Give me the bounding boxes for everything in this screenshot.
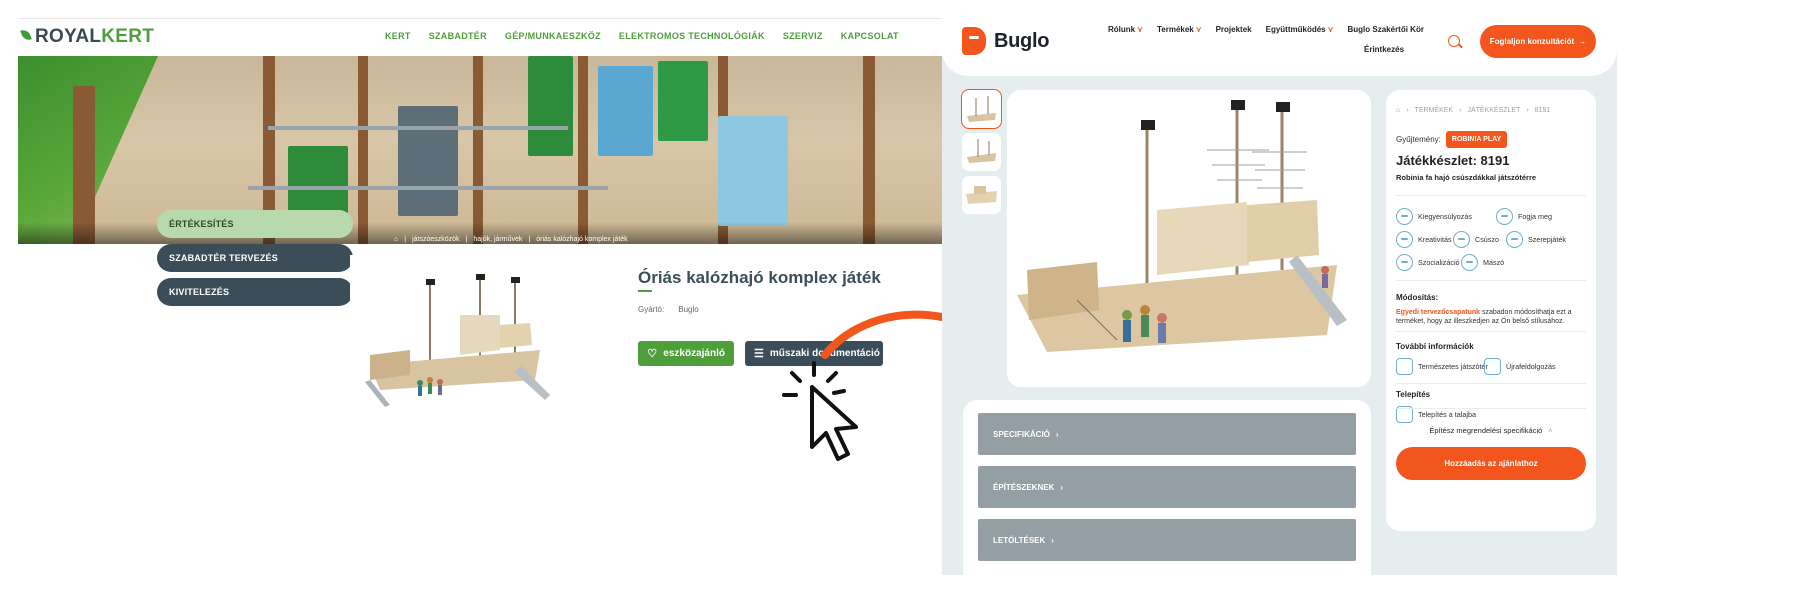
install-icon	[1396, 406, 1413, 423]
accordion-letoltesek[interactable]: LETÖLTÉSEK ›	[978, 519, 1356, 561]
product-subtitle: Robinia fa hajó csúszdákkal játszótérre	[1396, 173, 1537, 182]
royalkert-sidebar: ÉRTÉKESÍTÉS SZABADTÉR TERVEZÉS KIVITELEZ…	[157, 210, 353, 312]
breadcrumb-item[interactable]: hajók, járművek	[473, 236, 522, 243]
hand-icon	[1496, 208, 1513, 225]
creativity-icon	[1396, 231, 1413, 248]
nav-item-gep[interactable]: GÉP/MUNKAESZKÖZ	[505, 31, 601, 41]
document-list-icon: ☰	[754, 348, 764, 360]
title-underline	[638, 290, 652, 292]
chevron-right-icon: ›	[1060, 482, 1064, 492]
nav-item-szabadter[interactable]: SZABADTÉR	[429, 31, 487, 41]
chevron-down-icon: ⋎	[1195, 25, 1202, 34]
breadcrumb: ⌂ | játszóeszközök | hajók, járművek | ó…	[394, 236, 628, 243]
manufacturer: Gyártó: Buglo	[638, 305, 699, 314]
chevron-right-icon: ›	[1051, 535, 1054, 545]
buglo-logo-text: Buglo	[994, 29, 1050, 52]
feature-balance: Kiegyensúlyozás	[1396, 208, 1472, 225]
thumbnail[interactable]	[962, 176, 1001, 214]
leaf-icon	[20, 28, 34, 46]
compare-button[interactable]: ♡ eszközajánló	[638, 341, 734, 366]
roleplay-icon	[1506, 231, 1523, 248]
chevron-down-icon: ⋎	[1327, 25, 1334, 34]
book-consultation-button[interactable]: Foglaljon konzultációt →	[1480, 25, 1596, 58]
breadcrumb-current: 8191	[1534, 107, 1551, 114]
thumbnail[interactable]	[961, 89, 1002, 129]
climb-icon	[1461, 254, 1478, 271]
collection-row: Gyűjtemény: ROBINIA PLAY	[1396, 131, 1508, 148]
feature-grip: Fogja meg	[1496, 208, 1552, 225]
buglo-nav: Rólunk ⋎ Termékek ⋎ Projektek Együttműködé…	[1108, 25, 1438, 54]
nav-item-kapcsolat[interactable]: KAPCSOLAT	[841, 31, 899, 41]
info-recycling: Újrafeldolgozás	[1484, 358, 1556, 375]
nav-item-projektek[interactable]: Projektek	[1216, 25, 1252, 34]
chevron-down-icon: ⋎	[1137, 25, 1143, 34]
buglo-logo-mark-icon	[962, 27, 986, 55]
nav-item-rolunk[interactable]: Rólunk ⋎	[1108, 25, 1143, 34]
nav-item-szakertoi-kor[interactable]: Buglo Szakértői Kör	[1348, 25, 1424, 34]
nav-item-elektromos[interactable]: ELEKTROMOS TECHNOLÓGIÁK	[619, 31, 765, 41]
natural-playground-icon	[1396, 358, 1413, 375]
sidebar-item-ertekesites[interactable]: ÉRTÉKESÍTÉS	[157, 210, 353, 238]
breadcrumb-item[interactable]: TERMÉKEK	[1415, 107, 1454, 114]
custom-design-link[interactable]: Egyedi tervezőcsapatunk	[1396, 309, 1480, 316]
thumbnail[interactable]	[962, 133, 1001, 171]
buglo-logo[interactable]: Buglo	[962, 27, 1049, 55]
nav-item-termekek[interactable]: Termékek ⋎	[1157, 25, 1202, 34]
collection-label: Gyűjtemény:	[1396, 135, 1441, 144]
slide-icon	[1453, 231, 1470, 248]
more-info-heading: További információk	[1396, 342, 1474, 351]
breadcrumb-item[interactable]: JÁTÉKKÉSZLET	[1467, 107, 1520, 114]
recycling-icon	[1484, 358, 1501, 375]
feature-social: Szocializáció	[1396, 254, 1460, 271]
install-ground: Telepítés a talajba	[1396, 406, 1476, 423]
heart-icon: ♡	[647, 348, 658, 360]
modification-text: Egyedi tervezőcsapatunk szabadon módosít…	[1396, 309, 1572, 325]
product-title: Óriás kalózhajó komplex játék	[638, 268, 881, 287]
nav-item-szerviz[interactable]: SZERVIZ	[783, 31, 823, 41]
royalkert-nav: KERT SZABADTÉR GÉP/MUNKAESZKÖZ ELEKTROMO…	[385, 31, 917, 41]
sidebar-item-szabadter-tervezes[interactable]: SZABADTÉR TERVEZÉS	[157, 244, 353, 272]
product-info-panel: ⌂ › TERMÉKEK › JÁTÉKKÉSZLET › 8191 Gyűjtemé…	[1386, 90, 1596, 531]
accordion-specifikacio[interactable]: SPECIFIKÁCIÓ ›	[978, 413, 1356, 455]
feature-slide: Csúszo	[1453, 231, 1499, 248]
feature-creativity: Kreativitás	[1396, 231, 1452, 248]
home-icon[interactable]: ⌂	[394, 236, 398, 243]
manufacturer-label: Gyártó:	[638, 305, 665, 314]
logo-text: ROYALKERT	[35, 26, 155, 47]
click-cursor-icon	[782, 361, 858, 461]
accordion-epiteszeknek[interactable]: ÉPÍTÉSZEKNEK ›	[978, 466, 1356, 508]
compare-button-label: eszközajánló	[663, 348, 725, 359]
modification-heading: Módosítás:	[1396, 293, 1439, 302]
product-image	[350, 255, 555, 425]
balance-icon	[1396, 208, 1413, 225]
royalkert-logo[interactable]: ROYALKERT	[20, 25, 154, 49]
feature-climb: Mászó	[1461, 254, 1504, 271]
product-main-image[interactable]	[1007, 90, 1371, 387]
thumbnail-list	[961, 89, 1002, 219]
royalkert-header: ROYALKERT KERT SZABADTÉR GÉP/MUNKAESZKÖZ…	[18, 19, 945, 56]
feature-roleplay: Szerepjáték	[1506, 231, 1566, 248]
search-icon[interactable]	[1448, 35, 1460, 47]
product-title: Játékkészlet: 8191	[1396, 153, 1510, 168]
install-heading: Telepítés	[1396, 390, 1431, 399]
info-natural-playground: Természetes játszótér	[1396, 358, 1488, 375]
sidebar-item-kivitelezes[interactable]: KIVITELEZÉS	[157, 278, 353, 306]
nav-item-kert[interactable]: KERT	[385, 31, 411, 41]
social-icon	[1396, 254, 1413, 271]
cta-label: Foglaljon konzultációt	[1489, 37, 1575, 46]
nav-item-egyuttmukodes[interactable]: Együttműködés ⋎	[1266, 25, 1334, 34]
chevron-right-icon: ›	[1055, 429, 1059, 439]
breadcrumb-item[interactable]: játszóeszközök	[412, 236, 459, 243]
nav-item-erintkezes[interactable]: Érintkezés	[1364, 45, 1404, 54]
home-icon[interactable]: ⌂	[1396, 107, 1400, 114]
breadcrumb: ⌂ › TERMÉKEK › JÁTÉKKÉSZLET › 8191	[1396, 107, 1551, 114]
collection-badge[interactable]: ROBINIA PLAY	[1445, 131, 1508, 148]
arrow-right-icon: →	[1578, 37, 1587, 46]
manufacturer-value: Buglo	[678, 305, 699, 314]
breadcrumb-current: óriás kalózhajó komplex játék	[536, 236, 628, 243]
